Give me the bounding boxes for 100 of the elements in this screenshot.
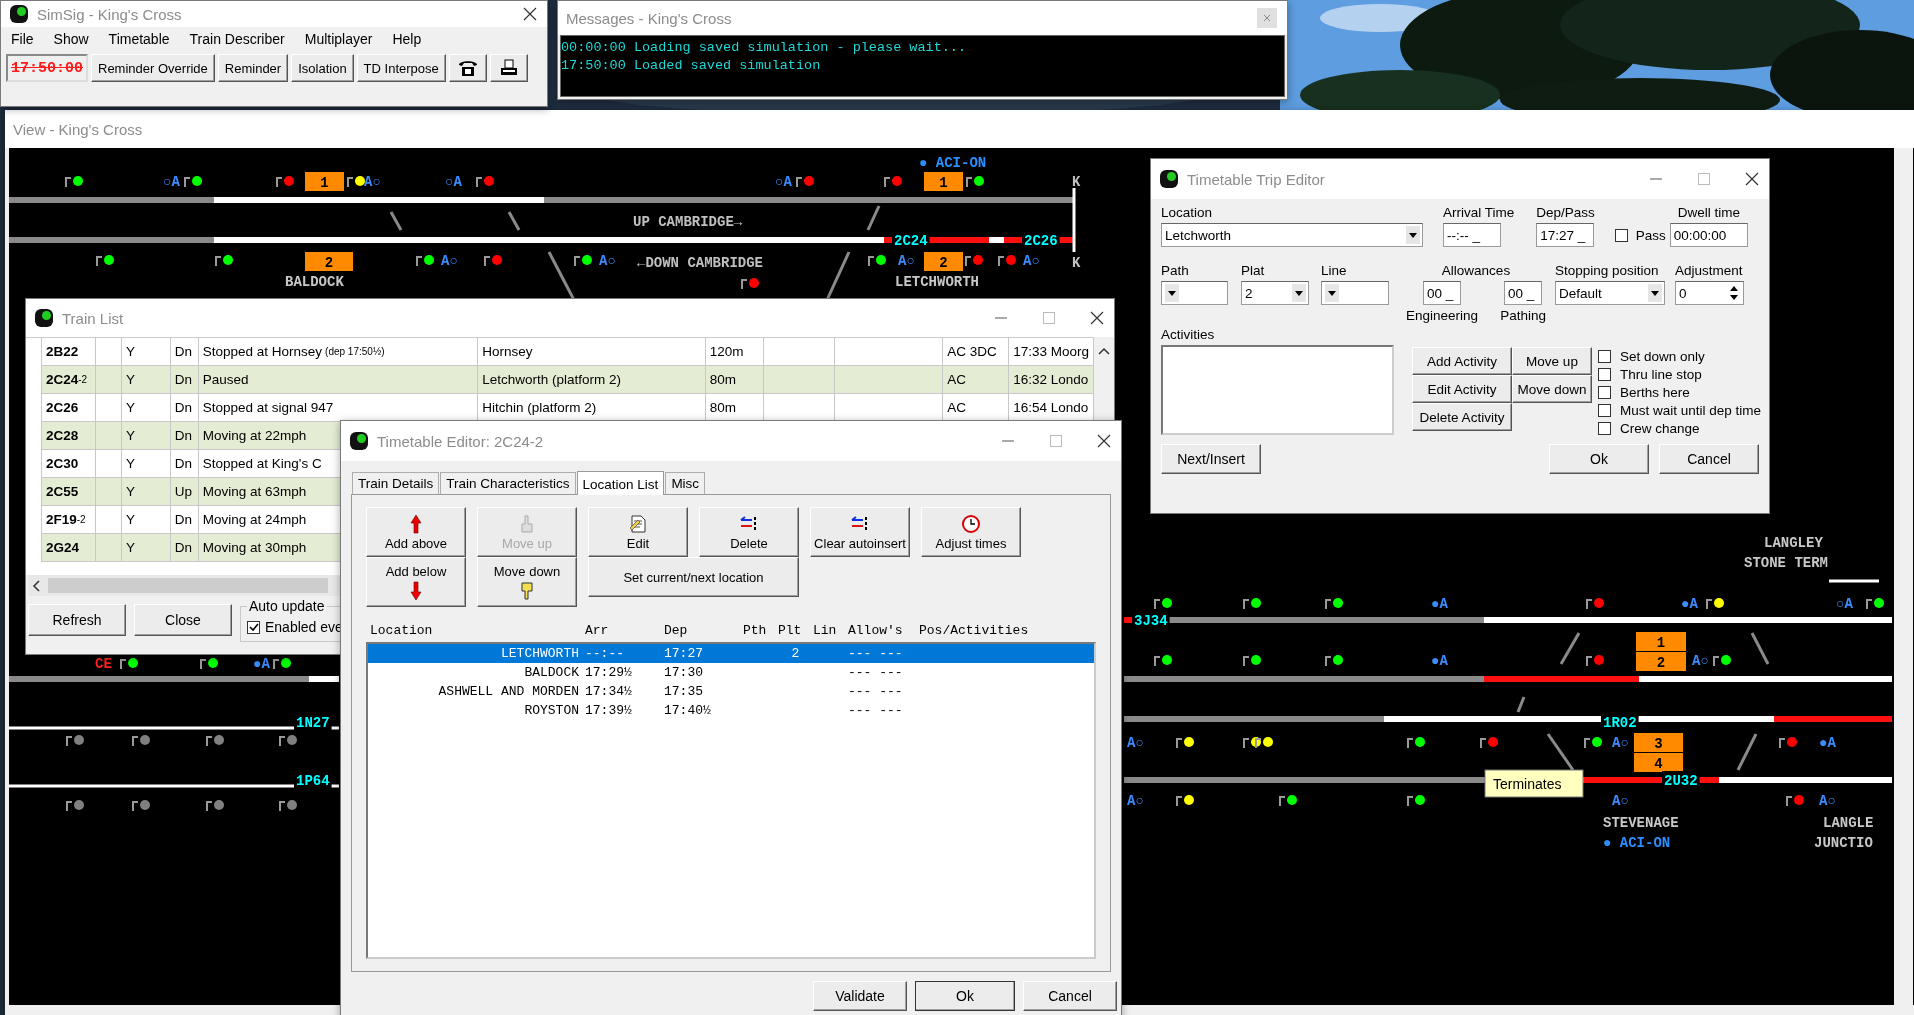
toolbar-button[interactable]: Reminder <box>217 54 289 82</box>
checkbox[interactable] <box>1614 228 1628 242</box>
dropdown[interactable]: 2 <box>1241 281 1309 305</box>
input-field[interactable]: 00 _ <box>1423 281 1462 305</box>
input-field[interactable]: --:-- _ <box>1443 223 1501 247</box>
signal-icon[interactable] <box>1584 737 1602 749</box>
signal-icon[interactable] <box>184 176 202 188</box>
signal-icon[interactable] <box>1243 655 1261 667</box>
checkbox[interactable] <box>1598 422 1611 435</box>
toolbar-button[interactable]: Add below <box>366 557 466 607</box>
list-row[interactable]: LETCHWORTH --:-- 17:27 2 --- --- <box>368 644 1094 663</box>
checkbox[interactable] <box>1598 404 1611 417</box>
signal-icon[interactable] <box>476 176 494 188</box>
scroll-left-icon[interactable] <box>32 579 40 592</box>
tab[interactable]: Misc <box>665 472 706 494</box>
train-berth[interactable]: 3 <box>1634 733 1683 752</box>
tab[interactable]: Train Details <box>352 472 440 494</box>
signal-icon[interactable] <box>1243 598 1261 610</box>
train-berth[interactable]: 2 <box>1636 652 1686 671</box>
dialog-button[interactable]: Add Activity <box>1412 347 1512 375</box>
dialog-button[interactable]: Delete Activity <box>1412 403 1512 431</box>
signal-icon[interactable] <box>1176 795 1194 807</box>
signal-icon[interactable] <box>1243 737 1261 749</box>
toolbar-button[interactable]: TD Interpose <box>356 54 446 82</box>
print-button[interactable] <box>489 54 528 82</box>
list-row[interactable]: ASHWELL AND MORDEN 17:34½ 17:35 --- --- <box>368 682 1094 701</box>
checkbox[interactable] <box>1598 350 1611 363</box>
toolbar-button[interactable]: Clear autoinsert <box>810 507 910 557</box>
menu-item[interactable]: File <box>11 31 34 47</box>
input-field[interactable]: 00:00:00 <box>1669 223 1748 247</box>
list-row[interactable]: BALDOCK 17:29½ 17:30 --- --- <box>368 663 1094 682</box>
dialog-button[interactable]: Cancel <box>1023 981 1117 1011</box>
signal-icon[interactable] <box>1279 795 1297 807</box>
close-icon[interactable] <box>523 7 537 21</box>
close-icon[interactable] <box>1090 311 1104 325</box>
signal-icon[interactable] <box>574 255 592 267</box>
signal-icon[interactable] <box>1480 737 1498 749</box>
dropdown[interactable] <box>1161 281 1228 305</box>
dialog-button[interactable]: Next/Insert <box>1161 444 1261 474</box>
signal-icon[interactable] <box>347 176 365 188</box>
train-berth[interactable]: 1 <box>305 172 344 191</box>
signal-icon[interactable] <box>1586 598 1604 610</box>
signal-icon[interactable] <box>132 735 150 747</box>
dropdown[interactable]: Default <box>1555 281 1665 305</box>
signal-icon[interactable] <box>215 255 233 267</box>
signal-icon[interactable] <box>66 735 84 747</box>
signal-icon[interactable] <box>276 176 294 188</box>
signal-icon[interactable] <box>1325 655 1343 667</box>
train-berth[interactable]: 2 <box>305 252 353 271</box>
train-berth[interactable]: 1 <box>1636 632 1686 651</box>
signal-icon[interactable] <box>66 800 84 812</box>
signal-icon[interactable] <box>1154 598 1172 610</box>
scrollbar[interactable] <box>1894 148 1913 1005</box>
signal-icon[interactable] <box>1154 655 1172 667</box>
toolbar-button[interactable]: Reminder Override <box>91 54 215 82</box>
dialog-button[interactable]: Ok <box>915 981 1015 1011</box>
signal-icon[interactable] <box>868 255 886 267</box>
dialog-button[interactable]: Close <box>134 604 232 636</box>
dialog-button[interactable]: Cancel <box>1659 444 1759 474</box>
toolbar-button[interactable]: Move down <box>477 557 577 607</box>
signal-icon[interactable] <box>1706 598 1724 610</box>
signal-icon[interactable] <box>1586 655 1604 667</box>
signal-icon[interactable] <box>120 658 138 670</box>
menu-item[interactable]: Show <box>53 31 89 47</box>
signal-icon[interactable] <box>273 658 291 670</box>
dialog-button[interactable]: Refresh <box>28 604 126 636</box>
signal-icon[interactable] <box>206 800 224 812</box>
toolbar-button[interactable]: Set current/next location <box>588 557 799 597</box>
menu-item[interactable]: Multiplayer <box>304 31 373 47</box>
checkbox[interactable] <box>1598 368 1611 381</box>
dialog-button[interactable]: Move down <box>1512 375 1592 403</box>
dropdown[interactable]: Letchworth <box>1161 223 1423 247</box>
signal-icon[interactable] <box>966 176 984 188</box>
dialog-button[interactable]: Ok <box>1549 444 1649 474</box>
signal-icon[interactable] <box>279 735 297 747</box>
signal-icon[interactable] <box>998 255 1016 267</box>
tab[interactable]: Train Characteristics <box>440 472 576 494</box>
signal-icon[interactable] <box>416 255 434 267</box>
signal-icon[interactable] <box>1255 737 1273 749</box>
signal-icon[interactable] <box>796 176 814 188</box>
checkbox[interactable] <box>247 620 260 634</box>
signal-icon[interactable] <box>1779 737 1797 749</box>
phone-button[interactable] <box>448 54 487 82</box>
activities-list[interactable] <box>1161 345 1394 435</box>
signal-icon[interactable] <box>1407 795 1425 807</box>
menu-item[interactable]: Timetable <box>108 31 170 47</box>
signal-icon[interactable] <box>1866 598 1884 610</box>
scroll-up-icon[interactable] <box>1098 347 1110 355</box>
menu-item[interactable]: Train Describer <box>189 31 285 47</box>
signal-icon[interactable] <box>206 735 224 747</box>
toolbar-button[interactable]: Edit <box>588 507 688 557</box>
signal-icon[interactable] <box>1786 795 1804 807</box>
dropdown[interactable] <box>1321 281 1389 305</box>
list-row[interactable]: ROYSTON 17:39½ 17:40½ --- --- <box>368 701 1094 720</box>
train-berth[interactable]: 1 <box>924 172 963 191</box>
signal-icon[interactable] <box>965 255 983 267</box>
signal-icon[interactable] <box>1176 737 1194 749</box>
signal-icon[interactable] <box>884 176 902 188</box>
signal-icon[interactable] <box>484 255 502 267</box>
signal-icon[interactable] <box>1713 655 1731 667</box>
